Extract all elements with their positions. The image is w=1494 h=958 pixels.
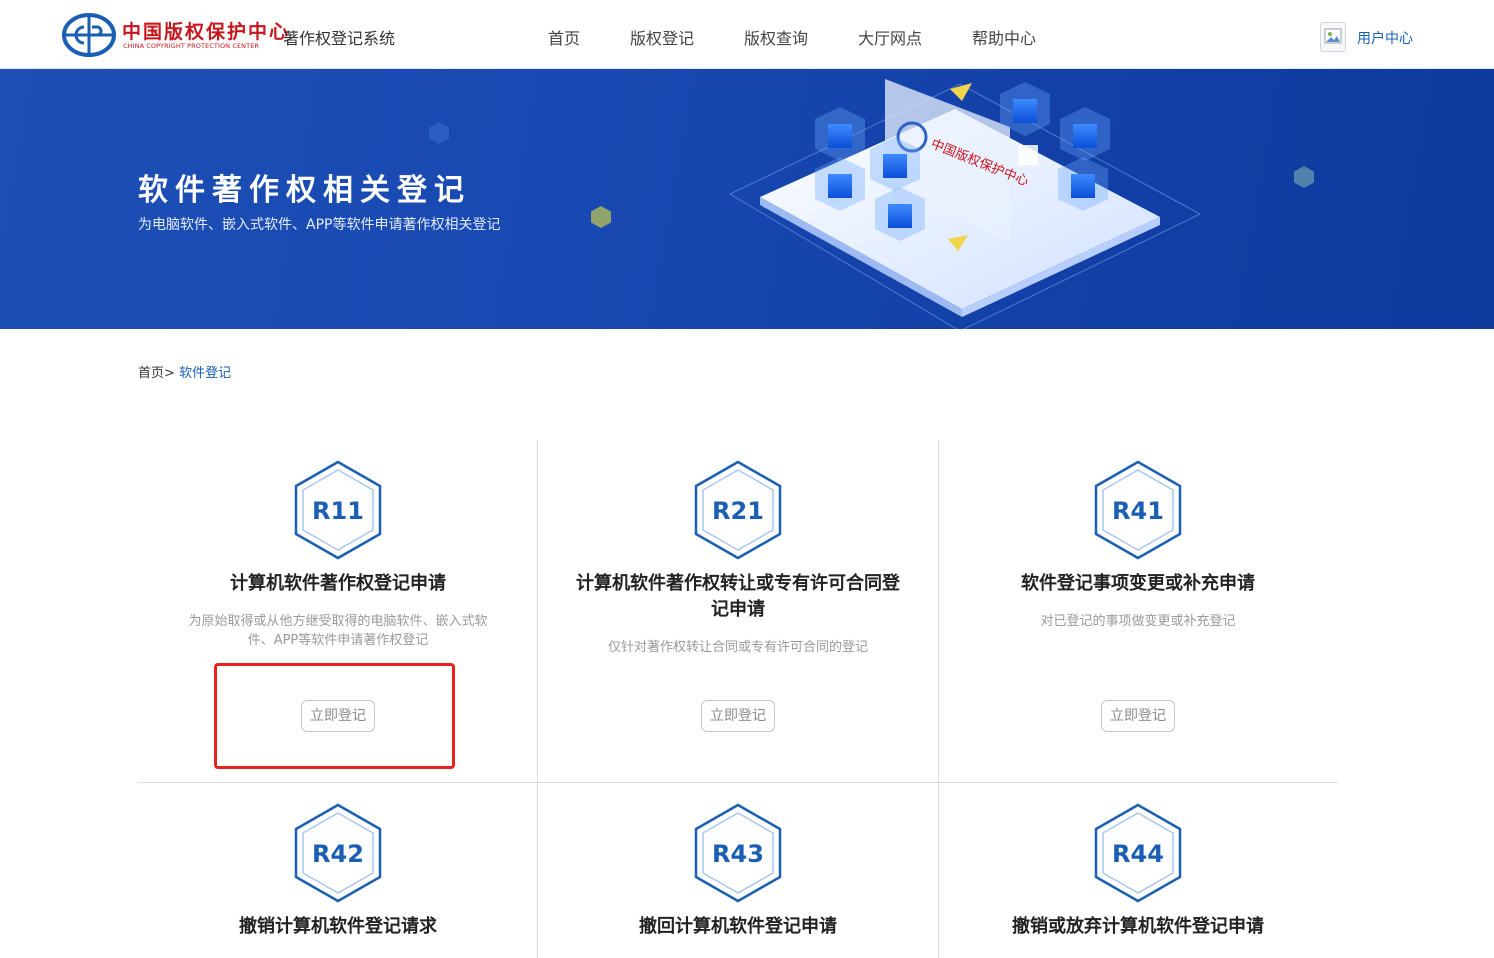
breadcrumb: 首页> 软件登记 bbox=[138, 362, 231, 381]
register-now-button[interactable]: 立即登记 bbox=[1101, 700, 1175, 732]
card-code: R11 bbox=[312, 497, 364, 525]
decorative-hexagon-icon bbox=[1294, 166, 1314, 188]
hexagon-badge-icon: R21 bbox=[693, 460, 783, 560]
card-code: R44 bbox=[1112, 840, 1164, 868]
card-description: 对已登记的事项做变更或补充登记 bbox=[1040, 614, 1236, 629]
card-code: R41 bbox=[1112, 497, 1164, 525]
broken-image-icon bbox=[1324, 28, 1342, 44]
registration-card-r42: R42 撤销计算机软件登记请求 bbox=[138, 783, 538, 958]
hexagon-badge-icon: R42 bbox=[293, 803, 383, 903]
copyright-center-logo-icon bbox=[62, 13, 116, 57]
avatar[interactable] bbox=[1320, 22, 1346, 52]
decorative-hexagon-icon bbox=[591, 206, 611, 228]
nav-item-copyright-query[interactable]: 版权查询 bbox=[744, 25, 808, 49]
decorative-hexagon-icon bbox=[429, 122, 449, 144]
card-title: 撤回计算机软件登记申请 bbox=[639, 916, 837, 937]
registration-card-r21: R21 计算机软件著作权转让或专有许可合同登记申请 仅针对著作权转让合同或专有许… bbox=[538, 440, 938, 782]
top-header: 中国版权保护中心 CHINA COPYRIGHT PROTECTION CENT… bbox=[0, 0, 1494, 69]
card-title: 软件登记事项变更或补充申请 bbox=[1021, 573, 1255, 594]
hexagon-badge-icon: R44 bbox=[1093, 803, 1183, 903]
register-now-button[interactable]: 立即登记 bbox=[701, 700, 775, 732]
card-code: R21 bbox=[712, 497, 764, 525]
system-title: 著作权登记系统 bbox=[283, 29, 396, 48]
user-center-link[interactable]: 用户中心 bbox=[1357, 28, 1413, 48]
nav-item-help-center[interactable]: 帮助中心 bbox=[972, 25, 1036, 49]
banner-title: 软件著作权相关登记 bbox=[138, 173, 471, 208]
hexagon-badge-icon: R11 bbox=[293, 460, 383, 560]
nav-item-service-halls[interactable]: 大厅网点 bbox=[858, 25, 922, 49]
card-title: 撤销或放弃计算机软件登记申请 bbox=[1012, 916, 1264, 937]
banner-subtitle: 为电脑软件、嵌入式软件、APP等软件申请著作权相关登记 bbox=[138, 217, 501, 233]
nav-item-copyright-registration[interactable]: 版权登记 bbox=[630, 25, 694, 49]
highlight-annotation-box bbox=[214, 663, 455, 769]
breadcrumb-separator: > bbox=[164, 366, 175, 381]
card-title: 计算机软件著作权转让或专有许可合同登记申请 bbox=[576, 573, 900, 620]
breadcrumb-home-link[interactable]: 首页 bbox=[138, 366, 164, 381]
card-code: R42 bbox=[312, 840, 364, 868]
registration-card-r41: R41 软件登记事项变更或补充申请 对已登记的事项做变更或补充登记 立即登记 bbox=[938, 440, 1338, 782]
isometric-platform-illustration: 中国版权保护中心 bbox=[728, 79, 1202, 329]
logo-english-name: CHINA COPYRIGHT PROTECTION CENTER bbox=[123, 42, 260, 50]
breadcrumb-current: 软件登记 bbox=[179, 366, 232, 381]
logo-chinese-name: 中国版权保护中心 bbox=[122, 21, 291, 43]
nav-item-home[interactable]: 首页 bbox=[548, 25, 580, 49]
registration-card-r44: R44 撤销或放弃计算机软件登记申请 bbox=[938, 783, 1338, 958]
hexagon-badge-icon: R43 bbox=[693, 803, 783, 903]
hexagon-badge-icon: R41 bbox=[1093, 460, 1183, 560]
registration-card-r43: R43 撤回计算机软件登记申请 bbox=[538, 783, 938, 958]
card-description: 为原始取得或从他方继受取得的电脑软件、嵌入式软件、APP等软件申请著作权登记 bbox=[188, 614, 488, 648]
hero-banner: 软件著作权相关登记 为电脑软件、嵌入式软件、APP等软件申请著作权相关登记 中国… bbox=[0, 69, 1494, 329]
card-title: 计算机软件著作权登记申请 bbox=[230, 573, 446, 594]
card-title: 撤销计算机软件登记请求 bbox=[239, 916, 437, 937]
logo[interactable]: 中国版权保护中心 CHINA COPYRIGHT PROTECTION CENT… bbox=[62, 13, 288, 57]
card-description: 仅针对著作权转让合同或专有许可合同的登记 bbox=[607, 640, 868, 655]
card-code: R43 bbox=[712, 840, 764, 868]
